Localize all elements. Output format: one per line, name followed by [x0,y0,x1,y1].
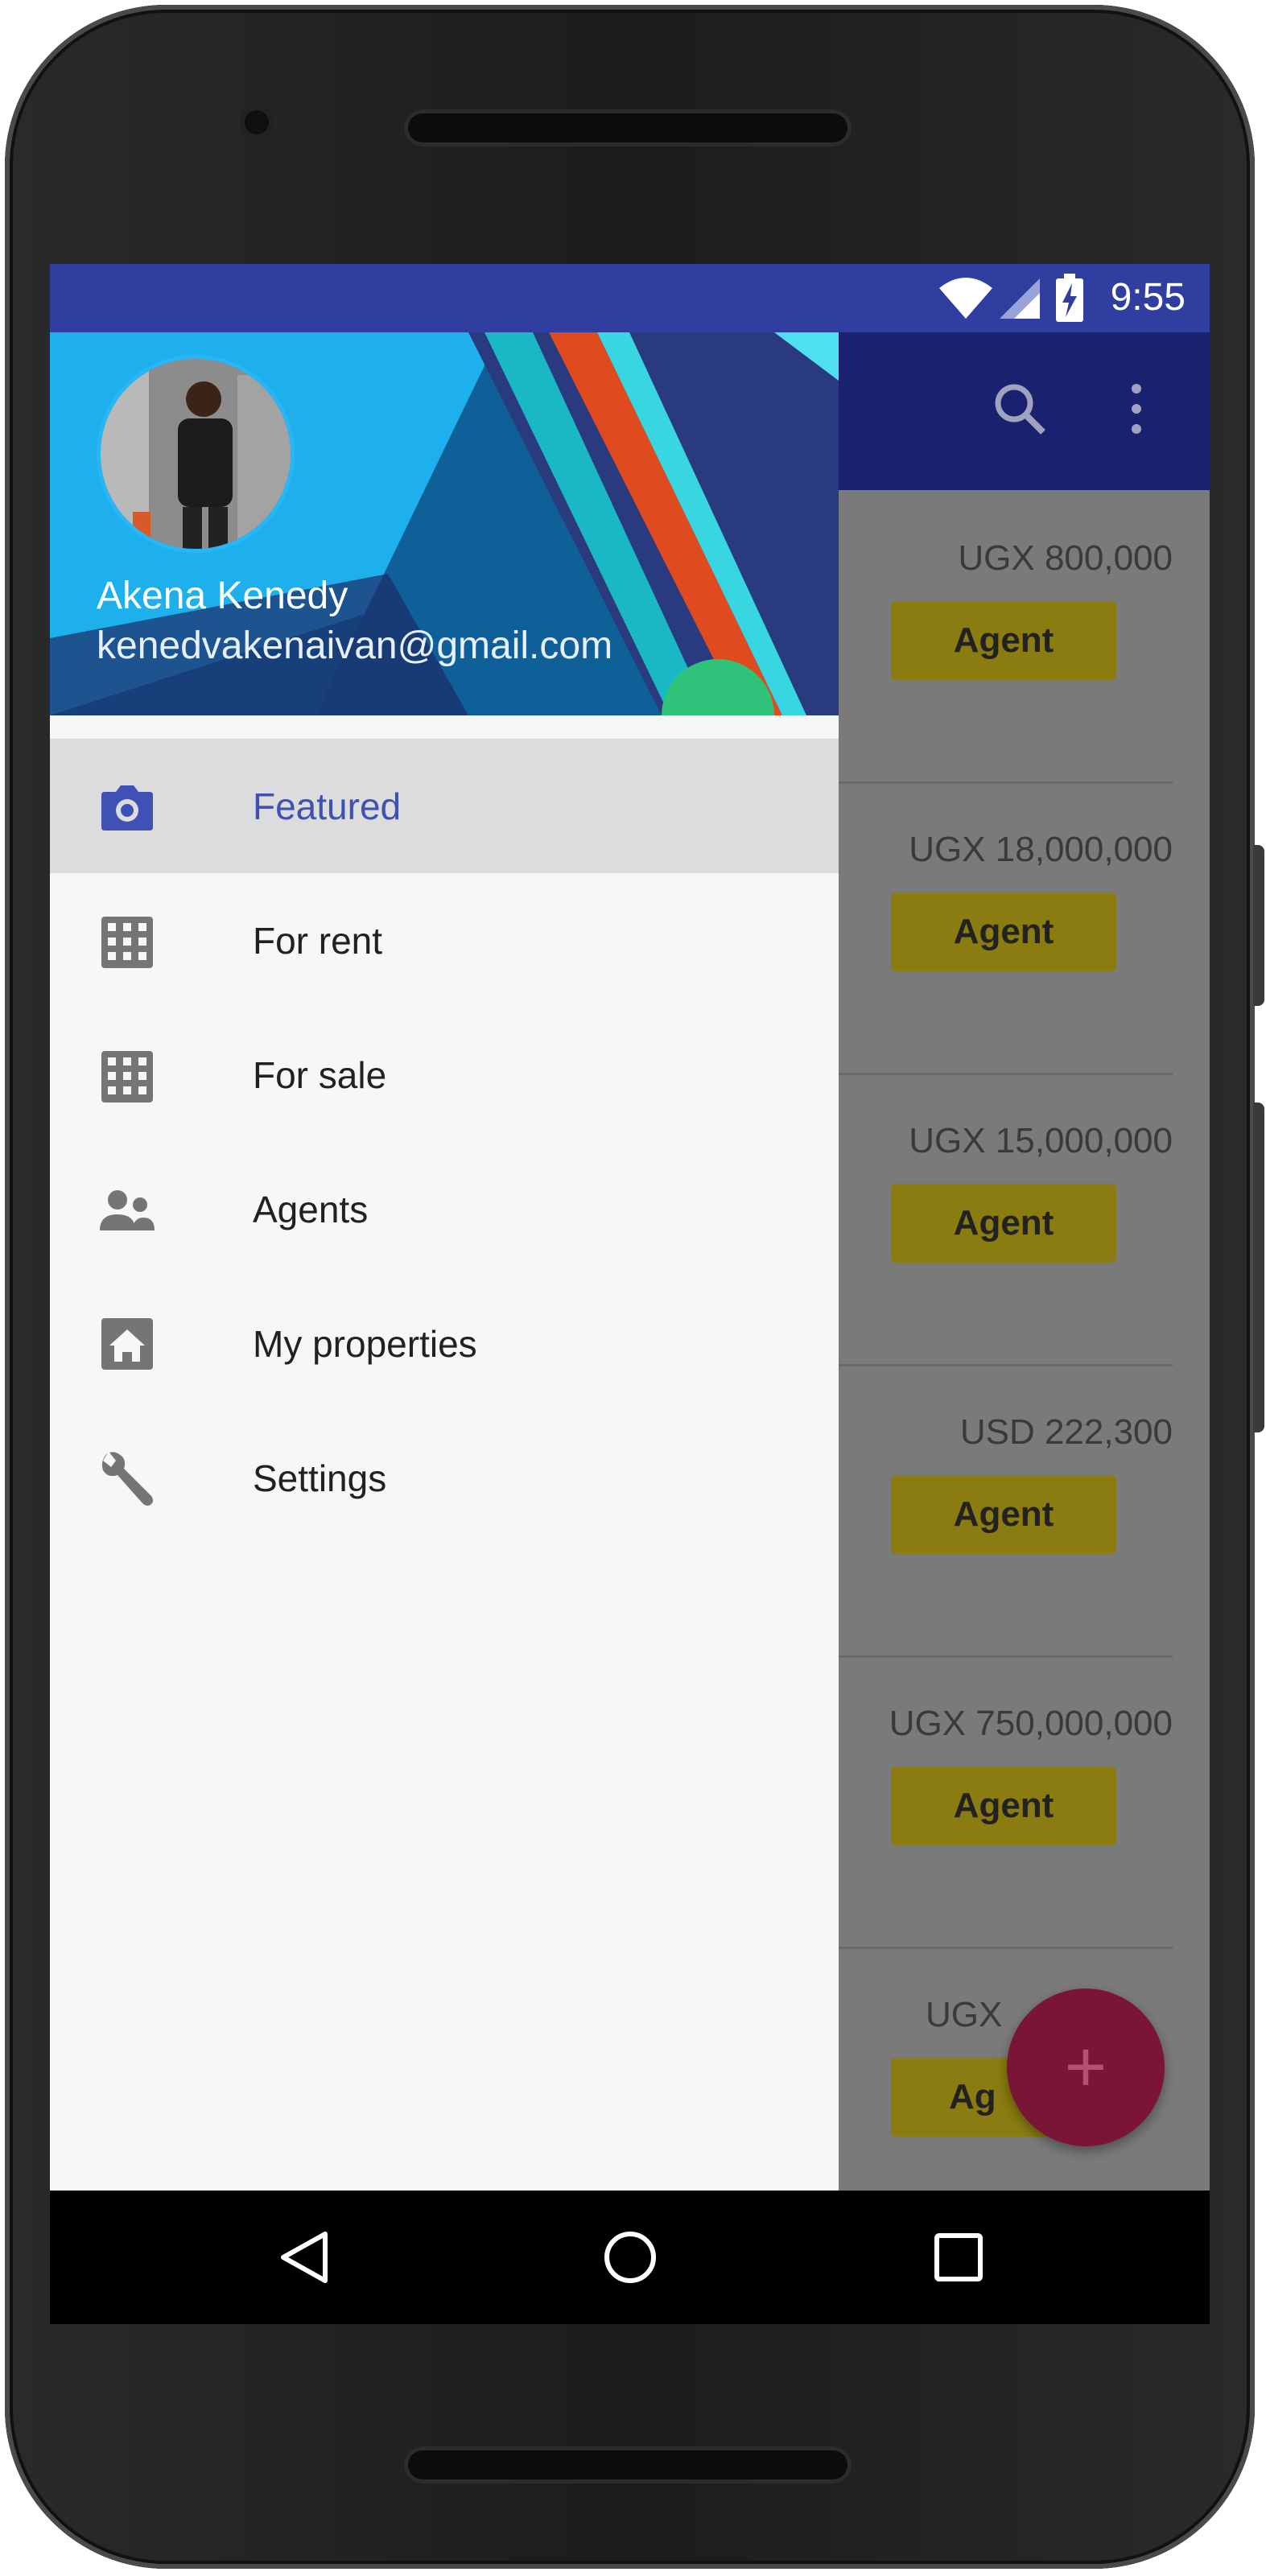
people-icon [97,1179,158,1240]
listing-card[interactable]: UGX 18,000,000 Agent [839,781,1173,1075]
building-icon [97,1045,158,1106]
navigation-bar [50,2191,1210,2324]
agent-button[interactable]: Agent [891,892,1116,971]
drawer-header: Akena Kenedy kenedvakenaivan@gmail.com [50,332,839,715]
listing-price: UGX 750,000,000 [889,1704,1173,1743]
signal-icon [1000,278,1040,323]
listing-price: UGX [926,1995,1003,2034]
agent-button[interactable]: Agent [891,1475,1116,1554]
volume-button [1253,1103,1264,1432]
screen: 9:55 UGX 800,000 Agent UGX 18,000,000 Ag… [50,264,1210,2324]
add-fab-button[interactable]: + [1007,1989,1165,2146]
recents-icon[interactable] [930,2229,987,2290]
listing-card[interactable]: UGX 800,000 Agent [839,490,1173,784]
user-name: Akena Kenedy [97,575,348,617]
wifi-icon [939,277,992,323]
listing-price: USD 222,300 [959,1412,1173,1452]
front-camera [240,105,274,139]
agent-button[interactable]: Agent [891,601,1116,680]
power-button [1253,845,1264,1006]
menu-item-label: Agents [253,1189,369,1230]
listing-price: UGX 800,000 [958,538,1173,578]
top-speaker [404,109,852,146]
status-bar: 9:55 [50,264,1210,332]
home-icon [97,1313,158,1375]
home-circle-icon[interactable] [602,2229,658,2290]
listing-price: UGX 18,000,000 [909,830,1173,869]
back-icon[interactable] [277,2229,333,2290]
battery-charging-icon [1056,274,1083,326]
building-icon [97,910,158,971]
menu-item-label: Settings [253,1457,387,1499]
user-email: kenedvakenaivan@gmail.com [97,624,613,667]
search-icon[interactable] [992,381,1048,441]
listing-price: UGX 15,000,000 [909,1121,1173,1160]
avatar[interactable] [97,355,295,553]
menu-item-featured[interactable]: Featured [50,739,839,873]
listing-card[interactable]: UGX 750,000,000 Agent [839,1655,1173,1949]
listing-card[interactable]: UGX 15,000,000 Agent [839,1073,1173,1366]
wrench-icon [97,1448,158,1509]
menu-item-agents[interactable]: Agents [50,1142,839,1276]
menu-item-label: For sale [253,1054,387,1096]
menu-item-settings[interactable]: Settings [50,1411,839,1545]
menu-item-label: Featured [253,785,402,827]
menu-item-label: My properties [253,1323,477,1365]
camera-icon [97,776,158,837]
more-vert-icon[interactable] [1128,381,1144,441]
navigation-drawer: Akena Kenedy kenedvakenaivan@gmail.com F… [50,332,839,2191]
agent-button[interactable]: Agent [891,1184,1116,1263]
bottom-speaker [404,2446,852,2483]
menu-item-my-properties[interactable]: My properties [50,1276,839,1411]
menu-item-for-sale[interactable]: For sale [50,1008,839,1142]
agent-button[interactable]: Agent [891,1766,1116,1845]
menu-item-label: For rent [253,920,383,962]
menu-item-for-rent[interactable]: For rent [50,873,839,1008]
listing-card[interactable]: USD 222,300 Agent [839,1364,1173,1658]
status-time: 9:55 [1110,276,1186,319]
